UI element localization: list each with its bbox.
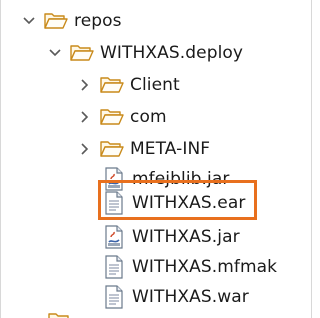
chevron-right-icon[interactable] <box>78 110 92 124</box>
open-folder-icon <box>100 106 124 128</box>
open-folder-icon <box>70 42 94 64</box>
tree-item-label: WITHXAS.deploy <box>100 43 244 63</box>
tree-item-withxas-deploy[interactable]: WITHXAS.deploy <box>48 36 243 70</box>
open-folder-icon <box>100 138 124 160</box>
tree-item-repos[interactable]: repos <box>22 4 122 38</box>
project-tree: repos WITHXAS.deploy Client com META-INF… <box>0 0 312 318</box>
tree-item-label: com <box>130 107 167 127</box>
text-file-icon <box>104 255 124 279</box>
tree-item-label: WITHXAS.mfmak <box>132 257 278 277</box>
open-folder-icon <box>100 74 124 96</box>
tree-item-client[interactable]: Client <box>78 68 180 102</box>
folder-icon <box>48 310 72 318</box>
chevron-down-icon[interactable] <box>48 46 62 60</box>
tree-item-com[interactable]: com <box>78 100 167 134</box>
chevron-down-icon[interactable] <box>22 14 36 28</box>
chevron-right-icon[interactable] <box>78 142 92 156</box>
tree-item-withxas-jar[interactable]: WITHXAS.jar <box>104 220 240 254</box>
text-file-icon <box>104 285 124 309</box>
open-folder-icon <box>44 10 68 32</box>
tree-item-label: repos <box>74 11 122 31</box>
tree-item-partial <box>48 310 78 318</box>
selection-highlight <box>98 180 257 220</box>
tree-item-label: Client <box>130 75 180 95</box>
tree-item-label: WITHXAS.jar <box>132 227 240 247</box>
jar-file-icon <box>104 225 124 249</box>
tree-item-label: META-INF <box>130 139 211 159</box>
tree-item-withxas-war[interactable]: WITHXAS.war <box>104 280 249 314</box>
tree-item-withxas-mfmak[interactable]: WITHXAS.mfmak <box>104 250 277 284</box>
chevron-right-icon[interactable] <box>78 78 92 92</box>
tree-item-label: WITHXAS.war <box>132 287 249 307</box>
tree-item-meta-inf[interactable]: META-INF <box>78 132 210 166</box>
